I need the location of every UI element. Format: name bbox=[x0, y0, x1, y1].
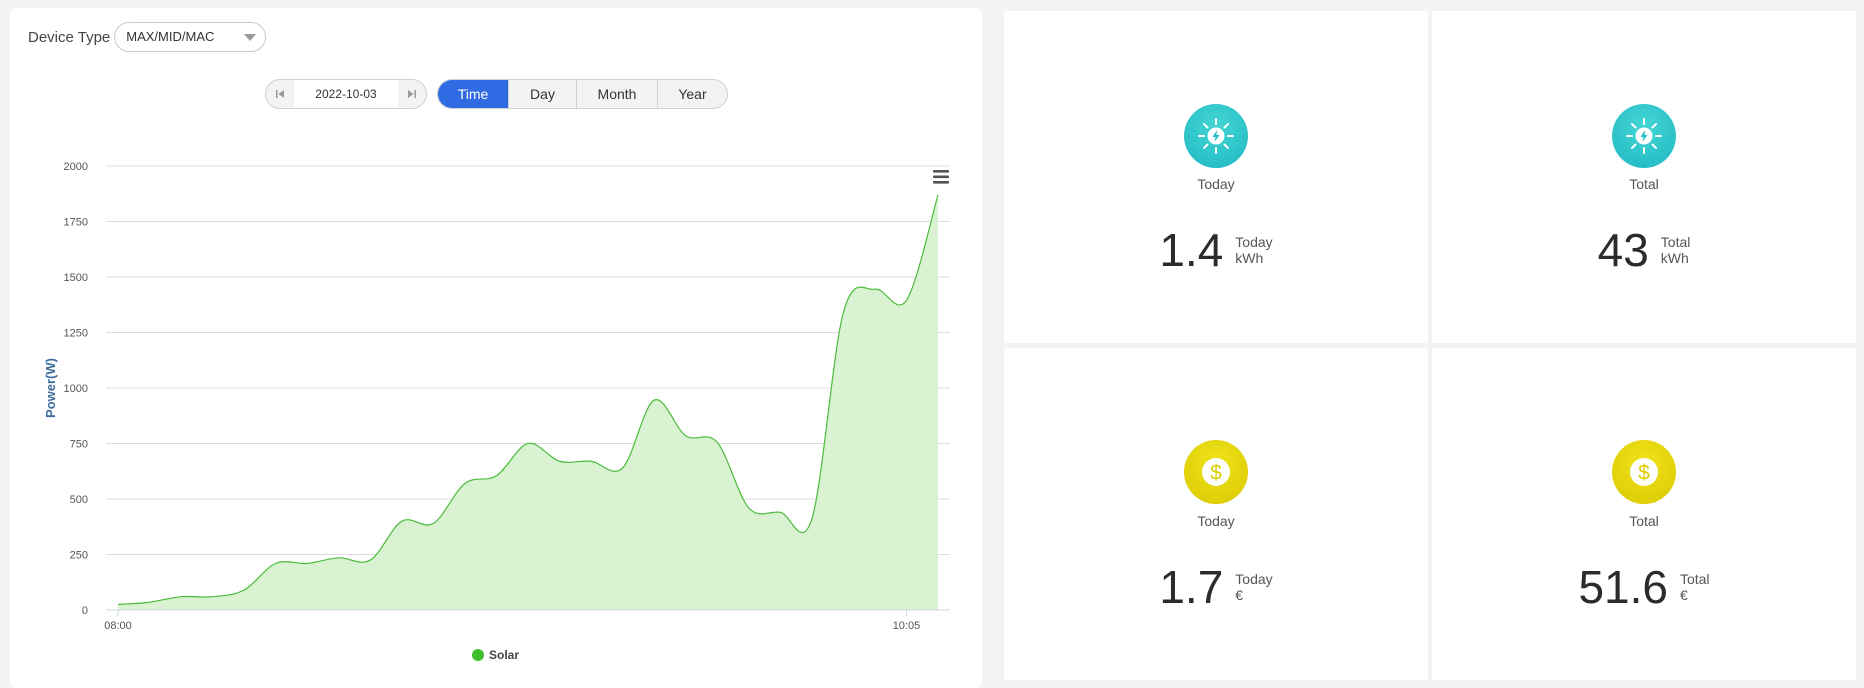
period-tabs: Time Day Month Year bbox=[437, 79, 728, 109]
last-page-icon bbox=[408, 90, 416, 98]
x-tick-label: 08:00 bbox=[104, 620, 132, 632]
stat-unit: kWh bbox=[1235, 250, 1264, 266]
stat-unit-period: Total bbox=[1679, 571, 1710, 587]
stat-value: 1.7 bbox=[1159, 561, 1224, 613]
device-type-select[interactable]: MAX/MID/MAC bbox=[114, 22, 267, 52]
tab-day[interactable]: Day bbox=[509, 80, 577, 108]
y-axis-label: Power(W) bbox=[43, 358, 58, 418]
chart-menu-button[interactable] bbox=[932, 168, 952, 186]
tab-year[interactable]: Year bbox=[658, 80, 727, 108]
stat-units: Today kWh bbox=[1235, 234, 1272, 266]
y-axis-ticks: 0 250 500 750 1000 1250 1500 1750 2000 bbox=[64, 161, 88, 617]
y-tick-label: 250 bbox=[70, 550, 88, 562]
x-axis-ticks: 08:00 10:05 bbox=[104, 610, 920, 632]
next-date-button[interactable] bbox=[398, 80, 426, 108]
svg-text:$: $ bbox=[1210, 462, 1222, 485]
tab-time[interactable]: Time bbox=[438, 80, 509, 108]
y-tick-label: 1500 bbox=[64, 272, 88, 284]
stat-units: Total kWh bbox=[1661, 234, 1691, 266]
device-type-value: MAX/MID/MAC bbox=[126, 29, 215, 44]
stat-value: 51.6 bbox=[1578, 561, 1668, 613]
stat-value-row: 43 Total kWh bbox=[1432, 227, 1856, 273]
stat-caption: Total bbox=[1629, 513, 1659, 529]
x-tick-label: 10:05 bbox=[893, 620, 921, 632]
stat-value: 1.4 bbox=[1159, 224, 1224, 276]
y-tick-label: 1000 bbox=[64, 383, 88, 395]
chevron-down-icon bbox=[244, 34, 257, 41]
stat-card-energy-today: Today 1.4 Today kWh bbox=[1004, 11, 1428, 343]
date-input[interactable]: 2022-10-03 bbox=[294, 80, 398, 108]
y-tick-label: 500 bbox=[70, 494, 88, 506]
date-navigator: 2022-10-03 bbox=[265, 79, 427, 109]
y-tick-label: 750 bbox=[70, 439, 88, 451]
sun-power-icon bbox=[1612, 104, 1676, 168]
y-tick-label: 2000 bbox=[64, 161, 88, 173]
stat-card-energy-total: Total 43 Total kWh bbox=[1432, 11, 1856, 343]
stat-units: Today € bbox=[1235, 571, 1272, 603]
y-tick-label: 1750 bbox=[64, 217, 88, 229]
legend-marker bbox=[472, 649, 484, 661]
stat-units: Total € bbox=[1680, 571, 1710, 603]
sun-power-icon bbox=[1184, 104, 1248, 168]
dollar-coin-icon: $ bbox=[1612, 440, 1676, 504]
stat-caption: Today bbox=[1197, 513, 1235, 529]
dollar-coin-icon: $ bbox=[1184, 440, 1248, 504]
stat-value-row: 51.6 Total € bbox=[1432, 564, 1856, 610]
hamburger-menu-icon bbox=[933, 170, 949, 184]
stat-unit-period: Today bbox=[1235, 571, 1273, 587]
stat-unit: kWh bbox=[1660, 250, 1689, 266]
legend-label: Solar bbox=[489, 648, 519, 662]
stat-value: 43 bbox=[1597, 224, 1649, 276]
stat-unit: € bbox=[1235, 587, 1244, 603]
solar-area-fill bbox=[118, 194, 938, 611]
svg-text:$: $ bbox=[1638, 462, 1650, 485]
tab-month[interactable]: Month bbox=[577, 80, 658, 108]
stat-caption: Today bbox=[1197, 176, 1235, 192]
chart-panel: Device Type MAX/MID/MAC 2022-10-03 Time … bbox=[10, 8, 982, 688]
stat-unit-period: Today bbox=[1235, 234, 1273, 250]
y-tick-label: 0 bbox=[82, 605, 88, 617]
device-type-row: Device Type MAX/MID/MAC bbox=[28, 22, 267, 52]
stat-card-money-total: $ Total 51.6 Total € bbox=[1432, 348, 1856, 680]
stat-unit: € bbox=[1679, 587, 1688, 603]
stat-value-row: 1.4 Today kWh bbox=[1004, 227, 1428, 273]
stat-unit-period: Total bbox=[1660, 234, 1691, 250]
stat-caption: Total bbox=[1629, 176, 1659, 192]
y-tick-label: 1250 bbox=[64, 328, 88, 340]
power-chart: 025050075010001250150017502000 Power(W) … bbox=[43, 161, 952, 662]
stat-card-money-today: $ Today 1.7 Today € bbox=[1004, 348, 1428, 680]
device-type-label: Device Type bbox=[28, 28, 111, 46]
stat-value-row: 1.7 Today € bbox=[1004, 564, 1428, 610]
legend-item-solar[interactable]: Solar bbox=[472, 648, 519, 662]
first-page-icon bbox=[276, 90, 284, 98]
prev-date-button[interactable] bbox=[266, 80, 294, 108]
